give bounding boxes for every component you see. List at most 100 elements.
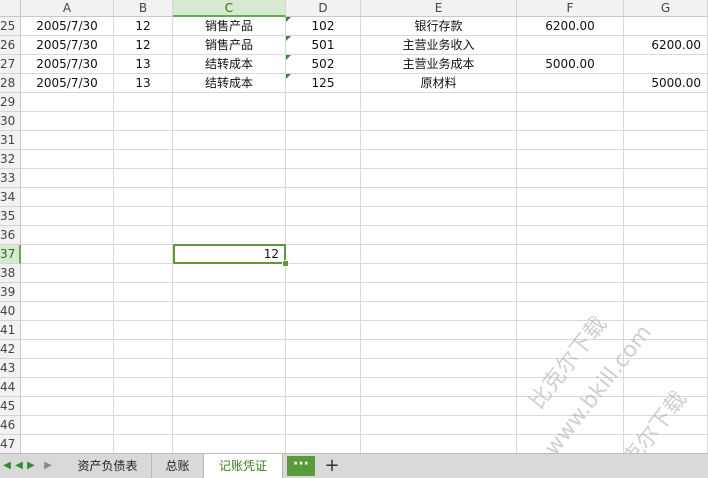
cell-a47[interactable] [21, 435, 114, 453]
cell-c27[interactable]: 结转成本 [173, 55, 286, 74]
tab-voucher[interactable]: 记账凭证 [204, 454, 283, 478]
cell-d43[interactable] [286, 359, 361, 378]
cell-a42[interactable] [21, 340, 114, 359]
cell-g31[interactable] [624, 131, 708, 150]
fill-handle[interactable] [282, 260, 289, 267]
row-header-35[interactable]: 35 [0, 207, 21, 226]
row-header-38[interactable]: 38 [0, 264, 21, 283]
cell-c42[interactable] [173, 340, 286, 359]
cell-c38[interactable] [173, 264, 286, 283]
cell-b47[interactable] [114, 435, 173, 453]
row-header-37[interactable]: 37 [0, 245, 21, 264]
cell-a44[interactable] [21, 378, 114, 397]
cell-f31[interactable] [517, 131, 624, 150]
cell-c39[interactable] [173, 283, 286, 302]
cell-f30[interactable] [517, 112, 624, 131]
cell-c30[interactable] [173, 112, 286, 131]
column-header-e[interactable]: E [361, 0, 517, 17]
cell-b29[interactable] [114, 93, 173, 112]
cell-g42[interactable] [624, 340, 708, 359]
row-header-30[interactable]: 30 [0, 112, 21, 131]
column-header-f[interactable]: F [517, 0, 624, 17]
cell-g29[interactable] [624, 93, 708, 112]
tab-balance-sheet[interactable]: 资产负债表 [64, 454, 152, 478]
cell-f41[interactable] [517, 321, 624, 340]
cell-f47[interactable] [517, 435, 624, 453]
cell-f26[interactable] [517, 36, 624, 55]
cell-d36[interactable] [286, 226, 361, 245]
row-header-46[interactable]: 46 [0, 416, 21, 435]
cell-g41[interactable] [624, 321, 708, 340]
cell-c40[interactable] [173, 302, 286, 321]
row-header-45[interactable]: 45 [0, 397, 21, 416]
cell-b34[interactable] [114, 188, 173, 207]
row-header-47[interactable]: 47 [0, 435, 21, 453]
cell-c31[interactable] [173, 131, 286, 150]
row-header-25[interactable]: 25 [0, 17, 21, 36]
cell-g32[interactable] [624, 150, 708, 169]
cell-b38[interactable] [114, 264, 173, 283]
cell-f45[interactable] [517, 397, 624, 416]
cell-f34[interactable] [517, 188, 624, 207]
row-header-42[interactable]: 42 [0, 340, 21, 359]
cell-a30[interactable] [21, 112, 114, 131]
row-header-32[interactable]: 32 [0, 150, 21, 169]
cell-g40[interactable] [624, 302, 708, 321]
row-header-33[interactable]: 33 [0, 169, 21, 188]
cell-g26[interactable]: 6200.00 [624, 36, 708, 55]
cell-a25[interactable]: 2005/7/30 [21, 17, 114, 36]
cell-e31[interactable] [361, 131, 517, 150]
cell-c29[interactable] [173, 93, 286, 112]
cell-a43[interactable] [21, 359, 114, 378]
cell-e35[interactable] [361, 207, 517, 226]
cell-f35[interactable] [517, 207, 624, 226]
cell-c46[interactable] [173, 416, 286, 435]
cell-f36[interactable] [517, 226, 624, 245]
cell-d34[interactable] [286, 188, 361, 207]
cell-c43[interactable] [173, 359, 286, 378]
cell-e34[interactable] [361, 188, 517, 207]
column-header-g[interactable]: G [624, 0, 708, 17]
column-header-a[interactable]: A [21, 0, 114, 17]
cell-g25[interactable] [624, 17, 708, 36]
row-header-39[interactable]: 39 [0, 283, 21, 302]
row-header-40[interactable]: 40 [0, 302, 21, 321]
row-header-36[interactable]: 36 [0, 226, 21, 245]
cell-d46[interactable] [286, 416, 361, 435]
cell-a34[interactable] [21, 188, 114, 207]
cell-a33[interactable] [21, 169, 114, 188]
cell-d28[interactable]: 125 [286, 74, 361, 93]
last-sheet-icon[interactable]: ▶ [42, 458, 54, 474]
cell-e44[interactable] [361, 378, 517, 397]
cell-b35[interactable] [114, 207, 173, 226]
cell-b45[interactable] [114, 397, 173, 416]
cell-c35[interactable] [173, 207, 286, 226]
cell-f37[interactable] [517, 245, 624, 264]
cell-e28[interactable]: 原材料 [361, 74, 517, 93]
cell-e42[interactable] [361, 340, 517, 359]
cell-a26[interactable]: 2005/7/30 [21, 36, 114, 55]
cell-g38[interactable] [624, 264, 708, 283]
cell-b33[interactable] [114, 169, 173, 188]
cell-g43[interactable] [624, 359, 708, 378]
column-header-b[interactable]: B [114, 0, 173, 17]
cell-d33[interactable] [286, 169, 361, 188]
next-sheet-icon[interactable]: ▶ [25, 458, 37, 474]
cell-e29[interactable] [361, 93, 517, 112]
first-sheet-icon[interactable]: ◀ [1, 458, 13, 474]
cell-d26[interactable]: 501 [286, 36, 361, 55]
active-cell-selection[interactable] [173, 244, 286, 264]
cell-d45[interactable] [286, 397, 361, 416]
cell-a31[interactable] [21, 131, 114, 150]
cell-f32[interactable] [517, 150, 624, 169]
cell-f27[interactable]: 5000.00 [517, 55, 624, 74]
cell-e38[interactable] [361, 264, 517, 283]
cell-b25[interactable]: 12 [114, 17, 173, 36]
column-header-d[interactable]: D [286, 0, 361, 17]
cell-a36[interactable] [21, 226, 114, 245]
cell-d47[interactable] [286, 435, 361, 453]
cell-a27[interactable]: 2005/7/30 [21, 55, 114, 74]
add-sheet-icon[interactable]: + [322, 455, 342, 477]
cell-g27[interactable] [624, 55, 708, 74]
cell-b31[interactable] [114, 131, 173, 150]
